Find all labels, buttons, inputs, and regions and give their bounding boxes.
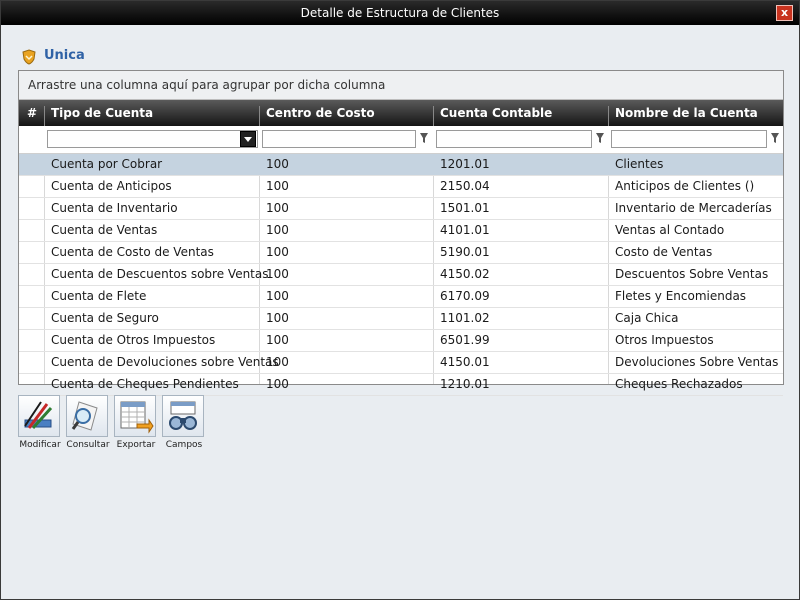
window-title: Detalle de Estructura de Clientes <box>300 6 500 20</box>
cuenta-cell: 4150.01 <box>440 355 490 369</box>
modificar-button[interactable]: Modificar <box>18 395 62 455</box>
nombre-cell: Anticipos de Clientes () <box>615 179 755 193</box>
consultar-button[interactable]: Consultar <box>66 395 110 455</box>
table-row[interactable]: Cuenta de Ventas 100 4101.01 Ventas al C… <box>19 220 783 242</box>
campos-button[interactable]: Campos <box>162 395 206 455</box>
accounts-grid: Arrastre una columna aquí para agrupar p… <box>18 70 784 396</box>
group-hint-text: Arrastre una columna aquí para agrupar p… <box>28 78 386 92</box>
centro-cell: 100 <box>266 157 289 171</box>
tipo-cell: Cuenta por Cobrar <box>51 157 163 171</box>
tipo-filter-select[interactable] <box>47 130 258 148</box>
table-row[interactable]: Cuenta de Anticipos 100 2150.04 Anticipo… <box>19 176 783 198</box>
column-header-number[interactable]: # <box>27 106 37 120</box>
nombre-cell: Costo de Ventas <box>615 245 713 259</box>
grid-header: # Tipo de Cuenta Centro de Costo Cuenta … <box>19 100 783 132</box>
binoculars-icon <box>169 401 197 430</box>
campos-label: Campos <box>165 440 203 450</box>
filter-icon[interactable] <box>595 132 605 144</box>
tipo-cell: Cuenta de Seguro <box>51 311 159 325</box>
title-bar[interactable]: Detalle de Estructura de Clientes x <box>1 1 799 25</box>
table-row[interactable]: Cuenta de Cheques Pendientes 100 1210.01… <box>19 374 783 396</box>
centro-cell: 100 <box>266 245 289 259</box>
filter-icon[interactable] <box>419 132 429 144</box>
consultar-button-face[interactable] <box>66 395 108 437</box>
nombre-filter-input[interactable] <box>611 130 767 148</box>
table-row[interactable]: Cuenta de Descuentos sobre Ventas 100 41… <box>19 264 783 286</box>
centro-cell: 100 <box>266 201 289 215</box>
nombre-cell: Cheques Rechazados <box>615 377 743 391</box>
tipo-cell: Cuenta de Cheques Pendientes <box>51 377 239 391</box>
column-header-nombre[interactable]: Nombre de la Cuenta <box>615 106 758 120</box>
nombre-cell: Inventario de Mercaderías <box>615 201 772 215</box>
filter-row <box>19 126 783 154</box>
table-row[interactable]: Cuenta de Flete 100 6170.09 Fletes y Enc… <box>19 286 783 308</box>
table-row[interactable]: Cuenta de Devoluciones sobre Ventas 100 … <box>19 352 783 374</box>
dialog-window: Detalle de Estructura de Clientes x Unic… <box>0 0 800 600</box>
tipo-cell: Cuenta de Devoluciones sobre Ventas <box>51 355 279 369</box>
cuenta-cell: 5190.01 <box>440 245 490 259</box>
tipo-cell: Cuenta de Anticipos <box>51 179 172 193</box>
centro-cell: 100 <box>266 289 289 303</box>
group-by-panel[interactable]: Arrastre una columna aquí para agrupar p… <box>19 71 783 100</box>
column-header-cuenta[interactable]: Cuenta Contable <box>440 106 552 120</box>
centro-cell: 100 <box>266 333 289 347</box>
shield-icon <box>22 49 36 65</box>
cuenta-cell: 4150.02 <box>440 267 490 281</box>
table-row[interactable]: Cuenta de Seguro 100 1101.02 Caja Chica <box>19 308 783 330</box>
tipo-cell: Cuenta de Costo de Ventas <box>51 245 214 259</box>
chevron-down-icon[interactable] <box>240 131 256 147</box>
cuenta-cell: 1210.01 <box>440 377 490 391</box>
nombre-cell: Clientes <box>615 157 664 171</box>
cuenta-cell: 1501.01 <box>440 201 490 215</box>
column-header-centro[interactable]: Centro de Costo <box>266 106 375 120</box>
modificar-button-face[interactable] <box>18 395 60 437</box>
tipo-cell: Cuenta de Descuentos sobre Ventas <box>51 267 269 281</box>
spreadsheet-export-icon <box>120 401 154 434</box>
table-row[interactable]: Cuenta por Cobrar 100 1201.01 Clientes <box>19 154 783 176</box>
magnifier-document-icon <box>71 401 98 431</box>
centro-cell: 100 <box>266 377 289 391</box>
nombre-cell: Otros Impuestos <box>615 333 714 347</box>
nombre-cell: Devoluciones Sobre Ventas <box>615 355 779 369</box>
modificar-label: Modificar <box>19 440 61 450</box>
cuenta-cell: 1101.02 <box>440 311 490 325</box>
exportar-button[interactable]: Exportar <box>114 395 158 455</box>
pencils-icon <box>24 401 53 430</box>
cuenta-cell: 1201.01 <box>440 157 490 171</box>
campos-button-face[interactable] <box>162 395 204 437</box>
tipo-cell: Cuenta de Otros Impuestos <box>51 333 216 347</box>
tipo-cell: Cuenta de Inventario <box>51 201 178 215</box>
cuenta-cell: 6501.99 <box>440 333 490 347</box>
cuenta-cell: 4101.01 <box>440 223 490 237</box>
section-title: Unica <box>44 48 85 63</box>
tipo-cell: Cuenta de Flete <box>51 289 147 303</box>
cuenta-cell: 6170.09 <box>440 289 490 303</box>
close-button[interactable]: x <box>776 5 793 21</box>
tipo-cell: Cuenta de Ventas <box>51 223 158 237</box>
exportar-button-face[interactable] <box>114 395 156 437</box>
cuenta-cell: 2150.04 <box>440 179 490 193</box>
cuenta-filter-input[interactable] <box>436 130 592 148</box>
centro-cell: 100 <box>266 311 289 325</box>
table-row[interactable]: Cuenta de Otros Impuestos 100 6501.99 Ot… <box>19 330 783 352</box>
filter-icon[interactable] <box>770 132 780 144</box>
centro-cell: 100 <box>266 179 289 193</box>
nombre-cell: Caja Chica <box>615 311 679 325</box>
consultar-label: Consultar <box>66 440 110 450</box>
table-row[interactable]: Cuenta de Inventario 100 1501.01 Inventa… <box>19 198 783 220</box>
centro-filter-input[interactable] <box>262 130 416 148</box>
nombre-cell: Ventas al Contado <box>615 223 725 237</box>
centro-cell: 100 <box>266 267 289 281</box>
centro-cell: 100 <box>266 355 289 369</box>
column-header-tipo[interactable]: Tipo de Cuenta <box>51 106 153 120</box>
grid-body: Cuenta por Cobrar 100 1201.01 Clientes C… <box>19 154 783 396</box>
table-row[interactable]: Cuenta de Costo de Ventas 100 5190.01 Co… <box>19 242 783 264</box>
nombre-cell: Fletes y Encomiendas <box>615 289 747 303</box>
nombre-cell: Descuentos Sobre Ventas <box>615 267 769 281</box>
exportar-label: Exportar <box>116 440 156 450</box>
centro-cell: 100 <box>266 223 289 237</box>
